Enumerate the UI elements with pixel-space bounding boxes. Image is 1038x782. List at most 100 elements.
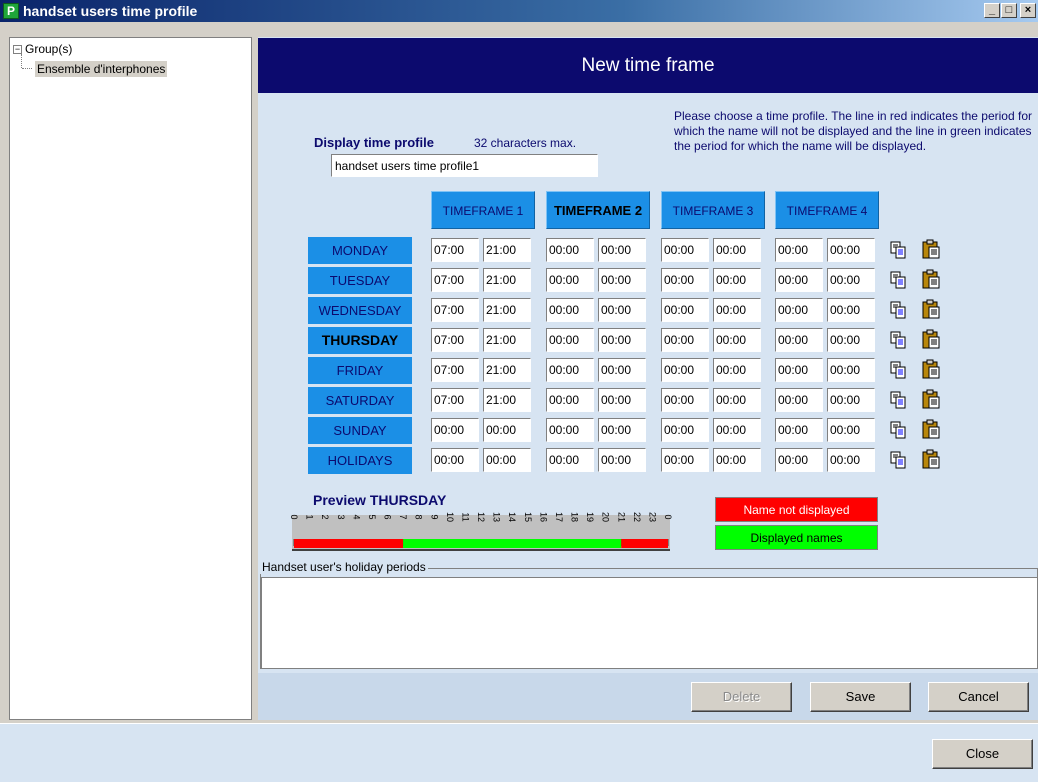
timeframe-header-4[interactable]: TIMEFRAME 4 [775, 191, 879, 229]
time-input-wednesday-tf4-start[interactable] [775, 298, 823, 322]
time-input-holidays-tf4-end[interactable] [827, 448, 875, 472]
time-input-wednesday-tf2-end[interactable] [598, 298, 646, 322]
time-input-holidays-tf1-end[interactable] [483, 448, 531, 472]
timeframe-header-3[interactable]: TIMEFRAME 3 [661, 191, 765, 229]
time-input-monday-tf4-start[interactable] [775, 238, 823, 262]
paste-icon[interactable] [920, 268, 942, 290]
profile-name-input[interactable] [331, 154, 598, 177]
time-input-thursday-tf2-end[interactable] [598, 328, 646, 352]
time-input-monday-tf3-end[interactable] [713, 238, 761, 262]
time-input-monday-tf3-start[interactable] [661, 238, 709, 262]
copy-icon[interactable] [887, 269, 909, 291]
time-input-thursday-tf3-end[interactable] [713, 328, 761, 352]
time-input-thursday-tf4-end[interactable] [827, 328, 875, 352]
time-input-tuesday-tf1-start[interactable] [431, 268, 479, 292]
delete-button[interactable]: Delete [691, 682, 792, 712]
time-input-monday-tf4-end[interactable] [827, 238, 875, 262]
copy-icon[interactable] [887, 329, 909, 351]
time-input-friday-tf2-start[interactable] [546, 358, 594, 382]
cancel-button[interactable]: Cancel [928, 682, 1029, 712]
time-input-monday-tf2-end[interactable] [598, 238, 646, 262]
day-label-saturday[interactable]: SATURDAY [308, 387, 412, 414]
time-input-sunday-tf1-end[interactable] [483, 418, 531, 442]
group-tree[interactable]: − Group(s) Ensemble d'interphones [9, 37, 252, 720]
copy-icon[interactable] [887, 389, 909, 411]
copy-icon[interactable] [887, 449, 909, 471]
time-input-holidays-tf1-start[interactable] [431, 448, 479, 472]
time-input-saturday-tf3-end[interactable] [713, 388, 761, 412]
timeframe-header-1[interactable]: TIMEFRAME 1 [431, 191, 535, 229]
time-input-sunday-tf4-end[interactable] [827, 418, 875, 442]
time-input-monday-tf1-start[interactable] [431, 238, 479, 262]
close-button[interactable]: Close [932, 739, 1033, 769]
copy-icon[interactable] [887, 359, 909, 381]
time-input-tuesday-tf4-start[interactable] [775, 268, 823, 292]
time-input-holidays-tf4-start[interactable] [775, 448, 823, 472]
time-input-friday-tf4-end[interactable] [827, 358, 875, 382]
time-input-friday-tf1-start[interactable] [431, 358, 479, 382]
day-label-monday[interactable]: MONDAY [308, 237, 412, 264]
day-label-holidays[interactable]: HOLIDAYS [308, 447, 412, 474]
time-input-wednesday-tf3-start[interactable] [661, 298, 709, 322]
time-input-sunday-tf2-end[interactable] [598, 418, 646, 442]
time-input-sunday-tf2-start[interactable] [546, 418, 594, 442]
time-input-tuesday-tf3-start[interactable] [661, 268, 709, 292]
time-input-thursday-tf1-end[interactable] [483, 328, 531, 352]
day-label-friday[interactable]: FRIDAY [308, 357, 412, 384]
time-input-wednesday-tf1-start[interactable] [431, 298, 479, 322]
time-input-monday-tf1-end[interactable] [483, 238, 531, 262]
time-input-sunday-tf1-start[interactable] [431, 418, 479, 442]
time-input-wednesday-tf4-end[interactable] [827, 298, 875, 322]
time-input-sunday-tf3-end[interactable] [713, 418, 761, 442]
copy-icon[interactable] [887, 239, 909, 261]
tree-item-ensemble[interactable]: Ensemble d'interphones [35, 61, 168, 77]
time-input-friday-tf3-start[interactable] [661, 358, 709, 382]
time-input-holidays-tf2-end[interactable] [598, 448, 646, 472]
time-input-wednesday-tf2-start[interactable] [546, 298, 594, 322]
paste-icon[interactable] [920, 448, 942, 470]
paste-icon[interactable] [920, 418, 942, 440]
time-input-holidays-tf3-end[interactable] [713, 448, 761, 472]
time-input-saturday-tf2-start[interactable] [546, 388, 594, 412]
time-input-sunday-tf3-start[interactable] [661, 418, 709, 442]
time-input-saturday-tf3-start[interactable] [661, 388, 709, 412]
time-input-friday-tf3-end[interactable] [713, 358, 761, 382]
time-input-wednesday-tf1-end[interactable] [483, 298, 531, 322]
time-input-thursday-tf3-start[interactable] [661, 328, 709, 352]
time-input-thursday-tf1-start[interactable] [431, 328, 479, 352]
time-input-tuesday-tf4-end[interactable] [827, 268, 875, 292]
time-input-thursday-tf4-start[interactable] [775, 328, 823, 352]
time-input-tuesday-tf1-end[interactable] [483, 268, 531, 292]
time-input-holidays-tf3-start[interactable] [661, 448, 709, 472]
collapse-icon[interactable]: − [13, 45, 22, 54]
paste-icon[interactable] [920, 238, 942, 260]
time-input-tuesday-tf2-start[interactable] [546, 268, 594, 292]
copy-icon[interactable] [887, 419, 909, 441]
paste-icon[interactable] [920, 358, 942, 380]
day-label-thursday[interactable]: THURSDAY [308, 327, 412, 354]
minimize-button[interactable]: _ [984, 3, 1000, 18]
paste-icon[interactable] [920, 298, 942, 320]
paste-icon[interactable] [920, 328, 942, 350]
time-input-saturday-tf4-end[interactable] [827, 388, 875, 412]
holiday-periods-list[interactable] [261, 577, 1038, 669]
time-input-holidays-tf2-start[interactable] [546, 448, 594, 472]
day-label-wednesday[interactable]: WEDNESDAY [308, 297, 412, 324]
day-label-sunday[interactable]: SUNDAY [308, 417, 412, 444]
time-input-saturday-tf2-end[interactable] [598, 388, 646, 412]
time-input-sunday-tf4-start[interactable] [775, 418, 823, 442]
time-input-wednesday-tf3-end[interactable] [713, 298, 761, 322]
time-input-tuesday-tf2-end[interactable] [598, 268, 646, 292]
time-input-friday-tf1-end[interactable] [483, 358, 531, 382]
copy-icon[interactable] [887, 299, 909, 321]
time-input-thursday-tf2-start[interactable] [546, 328, 594, 352]
time-input-saturday-tf1-end[interactable] [483, 388, 531, 412]
time-input-saturday-tf4-start[interactable] [775, 388, 823, 412]
time-input-friday-tf4-start[interactable] [775, 358, 823, 382]
paste-icon[interactable] [920, 388, 942, 410]
time-input-friday-tf2-end[interactable] [598, 358, 646, 382]
time-input-saturday-tf1-start[interactable] [431, 388, 479, 412]
save-button[interactable]: Save [810, 682, 911, 712]
day-label-tuesday[interactable]: TUESDAY [308, 267, 412, 294]
maximize-button[interactable]: □ [1001, 3, 1017, 18]
